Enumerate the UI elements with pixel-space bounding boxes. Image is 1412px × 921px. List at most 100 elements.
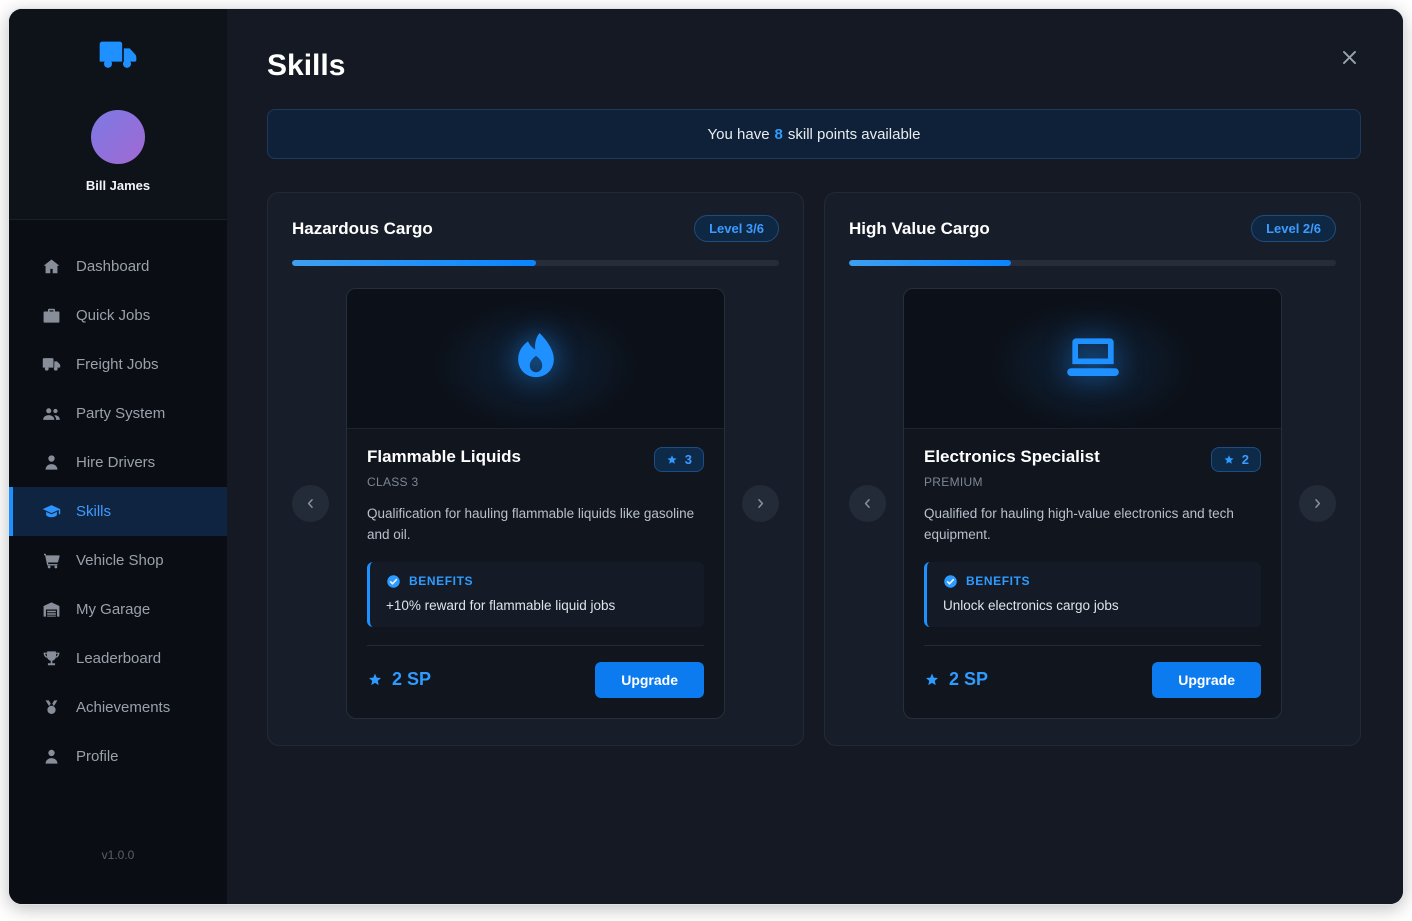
skill-card-footer: 2 SP Upgrade bbox=[924, 662, 1261, 698]
sidebar-item-skills[interactable]: Skills bbox=[9, 487, 227, 536]
chevron-right-icon[interactable] bbox=[742, 485, 779, 522]
sidebar-item-hire-drivers[interactable]: Hire Drivers bbox=[9, 438, 227, 487]
sidebar-item-label: Vehicle Shop bbox=[76, 552, 164, 569]
skill-points-value: 8 bbox=[775, 126, 783, 143]
progress-fill bbox=[292, 260, 536, 266]
benefit-text: Unlock electronics cargo jobs bbox=[943, 598, 1245, 613]
check-circle-icon bbox=[386, 574, 401, 589]
benefits-box: BENEFITS Unlock electronics cargo jobs bbox=[924, 562, 1261, 627]
skill-card-footer: 2 SP Upgrade bbox=[367, 662, 704, 698]
skill-name: Electronics Specialist bbox=[924, 447, 1100, 467]
star-icon bbox=[1223, 454, 1235, 466]
cart-icon bbox=[42, 551, 61, 570]
skill-trees-grid: Hazardous Cargo Level 3/6 Flammable Liqu… bbox=[267, 192, 1361, 746]
upgrade-button[interactable]: Upgrade bbox=[595, 662, 704, 698]
star-level-badge: 3 bbox=[654, 447, 704, 472]
skill-cost-value: 2 SP bbox=[392, 669, 431, 690]
skill-cost: 2 SP bbox=[367, 669, 431, 690]
skill-cost-value: 2 SP bbox=[949, 669, 988, 690]
sidebar: Bill James Dashboard Quick Jobs Freight Jo… bbox=[9, 9, 227, 904]
level-badge: Level 3/6 bbox=[694, 215, 779, 242]
level-badge: Level 2/6 bbox=[1251, 215, 1336, 242]
skill-card-body: Electronics Specialist 2 PREMIUM Qualifi… bbox=[904, 429, 1281, 718]
sidebar-item-achievements[interactable]: Achievements bbox=[9, 683, 227, 732]
divider bbox=[367, 645, 704, 646]
upgrade-button[interactable]: Upgrade bbox=[1152, 662, 1261, 698]
main-panel: Skills You have 8 skill points available… bbox=[227, 9, 1403, 904]
truck-icon bbox=[95, 35, 141, 80]
graduation-cap-icon bbox=[42, 502, 61, 521]
benefit-text: +10% reward for flammable liquid jobs bbox=[386, 598, 688, 613]
skill-card-body: Flammable Liquids 3 CLASS 3 Qualificatio… bbox=[347, 429, 724, 718]
sidebar-item-label: Skills bbox=[76, 503, 111, 520]
skill-tree-card: Hazardous Cargo Level 3/6 Flammable Liqu… bbox=[267, 192, 804, 746]
skill-tree-header: Hazardous Cargo Level 3/6 bbox=[292, 215, 779, 242]
sidebar-item-label: Achievements bbox=[76, 699, 170, 716]
star-count: 2 bbox=[1242, 452, 1249, 467]
profile-section: Bill James bbox=[9, 9, 227, 220]
home-icon bbox=[42, 257, 61, 276]
star-count: 3 bbox=[685, 452, 692, 467]
sidebar-item-quick-jobs[interactable]: Quick Jobs bbox=[9, 291, 227, 340]
skill-description: Qualification for hauling flammable liqu… bbox=[367, 504, 704, 546]
skill-points-banner: You have 8 skill points available bbox=[267, 109, 1361, 159]
medal-icon bbox=[42, 698, 61, 717]
progress-bar bbox=[849, 260, 1336, 266]
sidebar-item-label: Freight Jobs bbox=[76, 356, 159, 373]
skill-carousel: Flammable Liquids 3 CLASS 3 Qualificatio… bbox=[292, 288, 779, 719]
sidebar-item-label: Profile bbox=[76, 748, 119, 765]
sidebar-item-label: Hire Drivers bbox=[76, 454, 155, 471]
app-version: v1.0.0 bbox=[9, 822, 227, 904]
truck-icon bbox=[42, 355, 61, 374]
sidebar-item-label: Dashboard bbox=[76, 258, 149, 275]
user-name: Bill James bbox=[9, 178, 227, 193]
divider bbox=[924, 645, 1261, 646]
chevron-left-icon[interactable] bbox=[849, 485, 886, 522]
check-circle-icon bbox=[943, 574, 958, 589]
skill-card: Flammable Liquids 3 CLASS 3 Qualificatio… bbox=[346, 288, 725, 719]
user-icon bbox=[42, 747, 61, 766]
benefits-box: BENEFITS +10% reward for flammable liqui… bbox=[367, 562, 704, 627]
sidebar-item-freight-jobs[interactable]: Freight Jobs bbox=[9, 340, 227, 389]
avatar bbox=[91, 110, 145, 164]
close-icon[interactable] bbox=[1337, 47, 1361, 71]
banner-text-suffix: skill points available bbox=[788, 126, 921, 143]
skill-tier: CLASS 3 bbox=[367, 475, 704, 489]
skill-tree-header: High Value Cargo Level 2/6 bbox=[849, 215, 1336, 242]
progress-bar bbox=[292, 260, 779, 266]
sidebar-item-label: Party System bbox=[76, 405, 165, 422]
sidebar-item-party-system[interactable]: Party System bbox=[9, 389, 227, 438]
sidebar-item-label: Quick Jobs bbox=[76, 307, 150, 324]
banner-text-prefix: You have bbox=[708, 126, 770, 143]
star-icon bbox=[666, 454, 678, 466]
skill-icon bbox=[904, 289, 1281, 429]
sidebar-item-profile[interactable]: Profile bbox=[9, 732, 227, 781]
benefits-label: BENEFITS bbox=[966, 574, 1030, 588]
skill-tree-title: High Value Cargo bbox=[849, 219, 990, 239]
skill-carousel: Electronics Specialist 2 PREMIUM Qualifi… bbox=[849, 288, 1336, 719]
skill-description: Qualified for hauling high-value electro… bbox=[924, 504, 1261, 546]
progress-fill bbox=[849, 260, 1011, 266]
sidebar-item-vehicle-shop[interactable]: Vehicle Shop bbox=[9, 536, 227, 585]
chevron-left-icon[interactable] bbox=[292, 485, 329, 522]
sidebar-item-leaderboard[interactable]: Leaderboard bbox=[9, 634, 227, 683]
sidebar-item-my-garage[interactable]: My Garage bbox=[9, 585, 227, 634]
sidebar-item-dashboard[interactable]: Dashboard bbox=[9, 242, 227, 291]
sidebar-item-label: Leaderboard bbox=[76, 650, 161, 667]
skill-cost: 2 SP bbox=[924, 669, 988, 690]
star-icon bbox=[924, 672, 940, 688]
chevron-right-icon[interactable] bbox=[1299, 485, 1336, 522]
trophy-icon bbox=[42, 649, 61, 668]
skill-name: Flammable Liquids bbox=[367, 447, 521, 467]
star-icon bbox=[367, 672, 383, 688]
benefits-label: BENEFITS bbox=[409, 574, 473, 588]
person-icon bbox=[42, 453, 61, 472]
sidebar-item-label: My Garage bbox=[76, 601, 150, 618]
skill-tree-title: Hazardous Cargo bbox=[292, 219, 433, 239]
garage-icon bbox=[42, 600, 61, 619]
briefcase-icon bbox=[42, 306, 61, 325]
app-window: Bill James Dashboard Quick Jobs Freight Jo… bbox=[8, 8, 1404, 905]
users-icon bbox=[42, 404, 61, 423]
skill-icon bbox=[347, 289, 724, 429]
page-title: Skills bbox=[267, 49, 1361, 83]
